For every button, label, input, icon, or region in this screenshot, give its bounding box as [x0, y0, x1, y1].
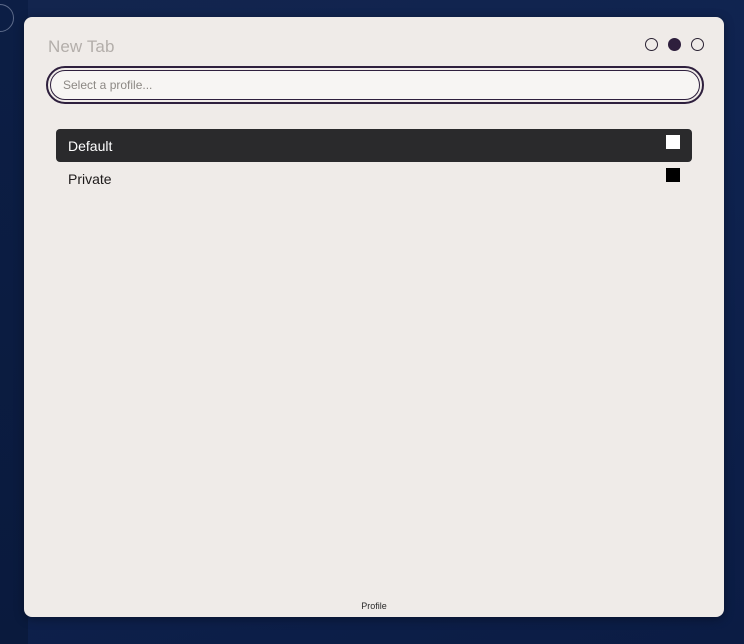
search-field-focus-ring	[46, 66, 704, 104]
profile-color-swatch	[666, 135, 680, 149]
footer-label: Profile	[361, 601, 387, 611]
profile-item-label: Private	[68, 170, 112, 187]
profile-search-input[interactable]	[50, 70, 700, 100]
profile-picker-panel: New Tab Default Private Profile	[24, 17, 724, 617]
page-dot-2-active[interactable]	[668, 38, 681, 51]
profile-color-swatch	[666, 168, 680, 182]
page-indicator-dots	[645, 38, 704, 51]
page-dot-1[interactable]	[645, 38, 658, 51]
profile-item-label: Default	[68, 137, 113, 154]
page-dot-3[interactable]	[691, 38, 704, 51]
corner-circle-icon[interactable]	[0, 4, 14, 32]
panel-title: New Tab	[48, 37, 115, 56]
profile-list: Default Private	[56, 129, 692, 195]
profile-item-private[interactable]: Private	[56, 162, 692, 195]
profile-item-default[interactable]: Default	[56, 129, 692, 162]
